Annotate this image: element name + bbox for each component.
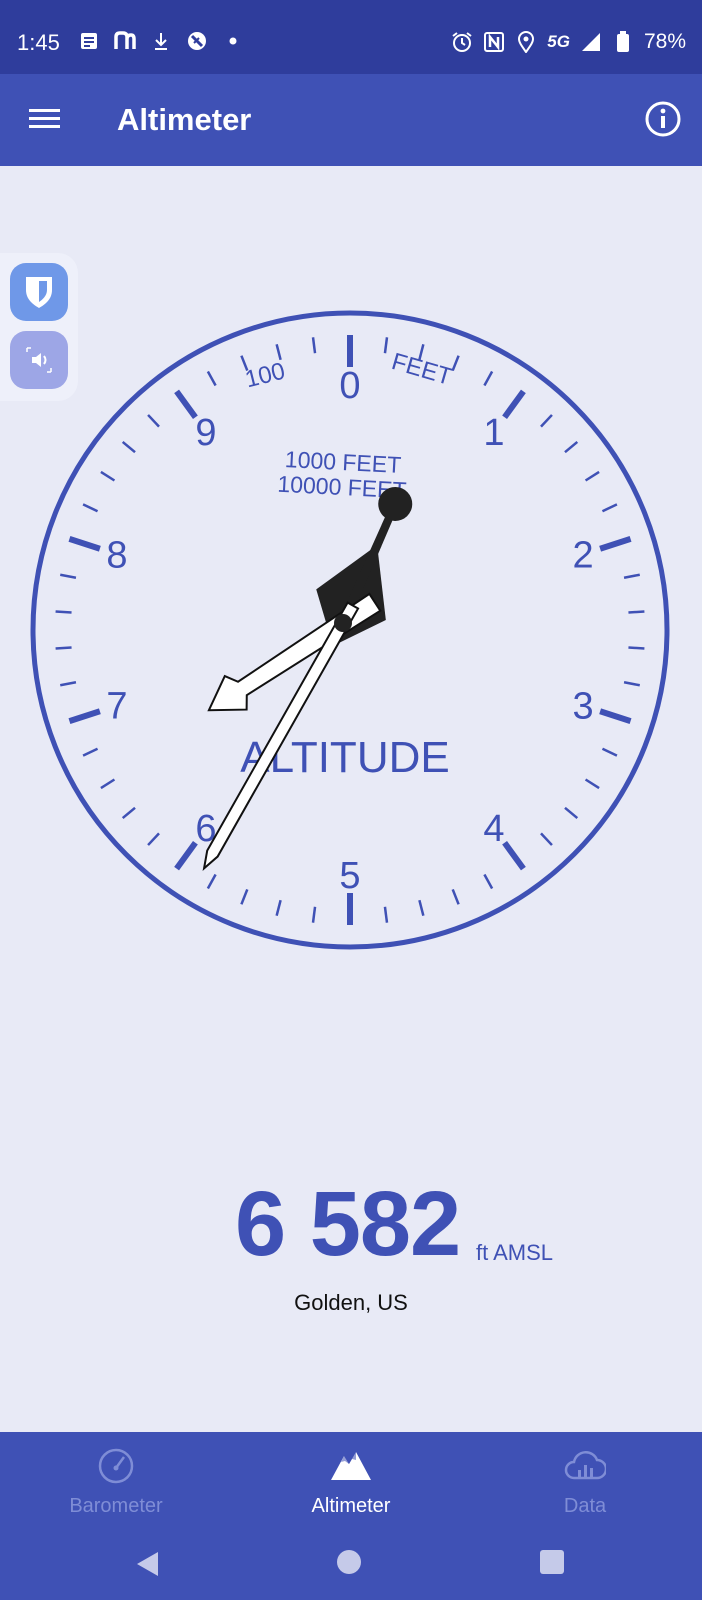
minor-tick [100,778,116,790]
app-bar: Altimeter [0,74,702,166]
major-tick [599,535,632,552]
back-icon[interactable] [134,1550,160,1578]
battery-icon [612,31,634,53]
minor-tick [82,503,99,513]
minor-tick [82,747,99,757]
signal-icon [580,31,602,53]
gauge-label-feet: FEET [389,348,456,391]
major-tick [68,535,101,552]
document-icon [78,30,100,52]
major-tick [502,841,526,871]
page-title: Altimeter [117,102,252,137]
gauge-hands [202,486,413,872]
minor-tick [383,906,389,923]
info-icon[interactable] [644,100,682,138]
minor-tick [564,440,579,454]
nav-label-barometer: Barometer [69,1495,163,1517]
altitude-unit: ft AMSL [476,1240,554,1265]
gauge-number-1: 1 [483,412,504,454]
gauge-label-100: 100 [242,358,287,394]
minor-tick [418,899,425,917]
minor-tick [584,470,600,482]
minor-tick [601,503,618,513]
minor-tick [628,646,645,650]
minor-tick [311,337,317,354]
nfc-icon [483,31,505,53]
minor-tick [383,337,389,354]
minor-tick [623,573,641,579]
gauge-icon [98,1448,134,1484]
gauge-hub [334,614,352,632]
minor-tick [540,832,553,846]
minor-tick [311,906,317,923]
gauge-number-9: 9 [195,412,216,454]
minor-tick [59,681,77,687]
altitude-value: 6 582 [235,1173,461,1275]
status-bar: 1:45 5G 78% [0,0,702,74]
nav-label-data: Data [563,1495,607,1517]
minor-tick [206,873,217,890]
major-tick [68,708,101,725]
nav-item-barometer[interactable]: Barometer [16,1446,216,1518]
minor-tick [540,414,553,428]
gauge-number-2: 2 [572,534,593,576]
minor-tick [147,832,160,846]
location-label: Golden, US [294,1290,408,1315]
gauge-number-5: 5 [339,855,360,897]
status-time: 1:45 [17,30,60,55]
minor-tick [601,747,618,757]
cloud-chart-icon [564,1451,608,1480]
altitude-readout: 6 582 ft AMSL [0,1172,702,1275]
dot-icon [222,30,244,52]
minor-tick [584,778,600,790]
minor-tick [121,806,136,820]
major-tick [174,389,198,419]
minor-tick [206,370,217,387]
minor-tick [628,610,645,614]
minor-tick [451,888,460,905]
gauge-number-8: 8 [106,534,127,576]
nav-item-data[interactable]: Data [485,1446,685,1518]
major-tick [174,841,198,871]
minor-tick [147,414,160,428]
mountain-icon [331,1452,371,1480]
location-icon [515,31,537,53]
altimeter-gauge: 0123456789 100 FEET 1000 FEET 10000 FEET… [30,310,670,950]
minor-tick [240,888,249,905]
gauge-number-4: 4 [483,808,504,850]
recents-icon[interactable] [540,1550,564,1574]
network-type: 5G [547,32,570,51]
minor-tick [55,646,72,650]
minor-tick [121,440,136,454]
n-app-icon [114,30,136,52]
hamburger-icon[interactable] [28,104,62,134]
home-icon[interactable] [337,1550,361,1574]
minor-tick [483,873,494,890]
gauge-number-7: 7 [106,686,127,728]
minor-tick [623,681,641,687]
minor-tick [275,899,282,917]
gauge-number-3: 3 [572,686,593,728]
nav-label-altimeter: Altimeter [311,1495,391,1517]
nav-item-altimeter[interactable]: Altimeter [251,1446,451,1518]
minor-tick [55,610,72,614]
minor-tick [483,370,494,387]
alarm-icon [451,31,473,53]
major-tick [599,708,632,725]
download-icon [150,30,172,52]
bottom-nav: Barometer Altimeter Data [0,1432,702,1600]
major-tick [502,389,526,419]
battery-percent: 78% [643,30,686,53]
system-nav-bar [0,1528,702,1598]
minor-tick [564,806,579,820]
minor-tick [100,470,116,482]
sync-off-icon [186,30,208,52]
gauge-number-0: 0 [339,365,360,407]
minor-tick [59,573,77,579]
